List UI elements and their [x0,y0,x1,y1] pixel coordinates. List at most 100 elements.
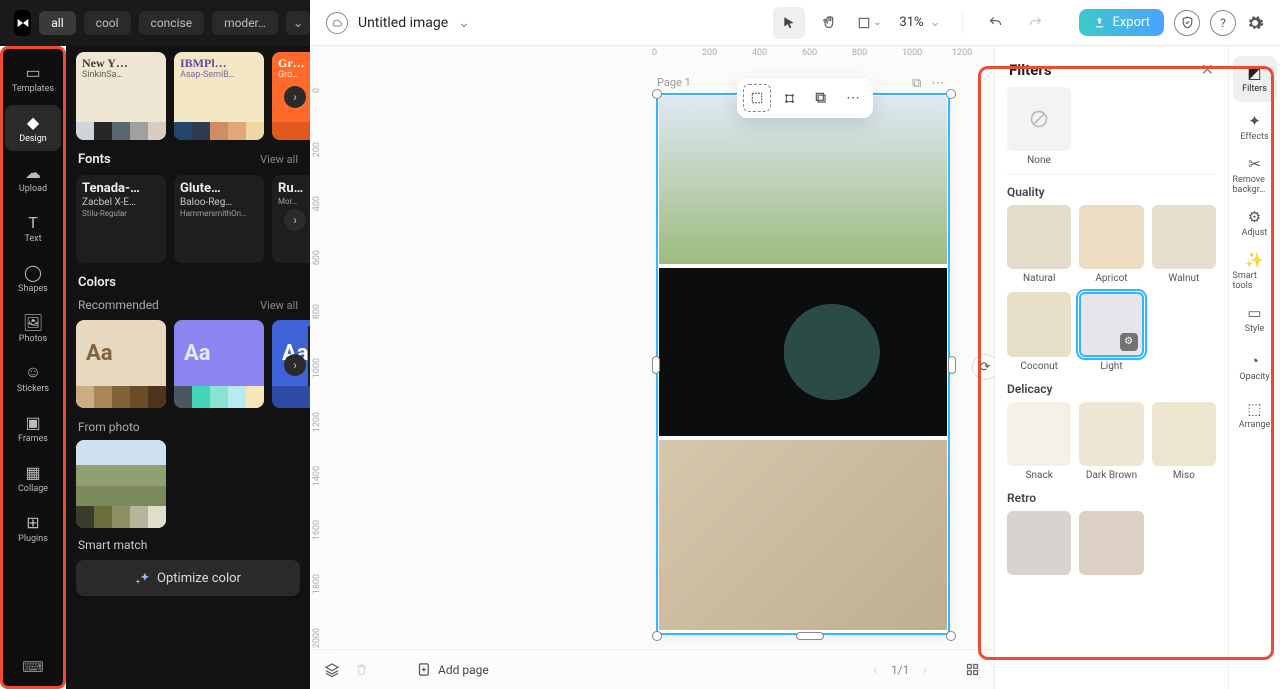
filters-panel: Filters ✕ None QualityNaturalApricotWaln… [994,46,1228,689]
export-button[interactable]: Export [1079,9,1164,36]
regenerate-icon[interactable]: ⟳ [972,354,994,380]
rr-arrange[interactable]: ⬚Arrange [1233,392,1277,438]
shield-icon[interactable] [1174,10,1200,36]
help-icon[interactable]: ? [1210,10,1236,36]
element-toolbar: ⋯ [737,78,873,118]
page-more-icon[interactable]: ⋯ [931,76,944,91]
handle-mr[interactable] [948,356,956,374]
handle-tl[interactable] [652,89,662,99]
rr-effects[interactable]: ✦Effects [1233,104,1277,150]
color-card[interactable]: Aa [76,320,166,408]
handle-tr[interactable] [946,89,956,99]
handle-bl[interactable] [652,631,662,641]
rail-photos[interactable]: 🖼Photos [5,305,61,351]
app-logo[interactable] [14,10,31,36]
next-icon[interactable]: › [284,86,306,108]
chip-cool[interactable]: cool [84,11,131,35]
chip-modern[interactable]: moder… [212,11,278,35]
page-number: 1/1 [891,663,909,677]
doc-title[interactable]: Untitled image [358,15,448,31]
font-card[interactable]: Glute…Baloo-Reg…HammersmithOn… [174,175,264,263]
filter-item[interactable]: ⚙Light [1079,292,1143,371]
adjust-icon[interactable]: ⚙ [1120,333,1138,351]
brand-card[interactable]: New Y…SinkinSa… [76,52,166,140]
filter-item[interactable] [1007,511,1071,579]
filter-item[interactable]: Coconut [1007,292,1071,371]
filter-item[interactable]: Dark Brown [1079,402,1143,481]
filters-body[interactable]: None QualityNaturalApricotWalnutCoconut⚙… [995,87,1228,689]
sidepanel: New Y…SinkinSa…IBMPl…Asap-SemiB…Gr…Gro…›… [66,46,310,689]
font-card[interactable]: Tenada-…Zacbel X-E…Stilu-Regular [76,175,166,263]
more-icon[interactable]: ⋯ [839,84,867,112]
chip-all[interactable]: all [39,11,75,35]
colors-viewall[interactable]: View all [260,299,298,312]
rail-shapes[interactable]: ◯Shapes [5,255,61,301]
rr-opacity[interactable]: ◔Opacity [1233,344,1277,390]
rail-stickers[interactable]: ☺Stickers [5,355,61,401]
rr-filters[interactable]: ◩Filters [1233,56,1277,102]
select-tool[interactable] [773,7,805,39]
rail-text[interactable]: TText [5,205,61,251]
zoom-control[interactable]: 31%⌄ [893,15,946,30]
handle-br[interactable] [946,631,956,641]
rail-upload[interactable]: ☁Upload [5,155,61,201]
filter-item[interactable]: Apricot [1079,205,1143,284]
rail-collage[interactable]: ▦Collage [5,455,61,501]
filter-item[interactable]: Miso [1152,402,1216,481]
rr-style[interactable]: ▭Style [1233,296,1277,342]
copy-icon[interactable] [807,84,835,112]
filter-none[interactable]: None [1007,87,1071,166]
next-icon[interactable]: › [284,354,306,376]
chip-concise[interactable]: concise [139,11,205,35]
handle-ml[interactable] [652,356,660,374]
rail-keyboard-icon[interactable]: ⌨ [22,658,44,676]
delete-icon[interactable] [354,662,369,677]
title-chevron-icon[interactable]: ⌄ [458,15,470,31]
filter-item[interactable]: Snack [1007,402,1071,481]
sidepanel-scroll[interactable]: New Y…SinkinSa…IBMPl…Asap-SemiB…Gr…Gro…›… [66,46,310,689]
selection-outline [656,93,950,635]
fromphoto-card[interactable] [76,440,166,528]
filter-grid [1007,511,1216,579]
fromphoto-row [76,440,300,528]
chips-row: all cool concise moder… ⌄ [39,11,310,35]
brand-cards-row: New Y…SinkinSa…IBMPl…Asap-SemiB…Gr…Gro…› [76,52,300,140]
rail-design[interactable]: ◆Design [5,105,61,151]
chip-more[interactable]: ⌄ [286,11,310,35]
duplicate-page-icon[interactable]: ⧉ [912,76,921,91]
rail-templates[interactable]: ▭Templates [5,55,61,101]
color-card[interactable]: Aa [174,320,264,408]
rr-adjust[interactable]: ⚙Adjust [1233,200,1277,246]
brand-card[interactable]: IBMPl…Asap-SemiB… [174,52,264,140]
rail-plugins[interactable]: ⊞Plugins [5,505,61,551]
next-page-icon[interactable]: › [923,663,927,677]
next-icon[interactable]: › [284,209,306,231]
crop-icon[interactable] [743,84,771,112]
canvas-inner[interactable]: Page 1 ⧉ ⋯ ⟳ [332,64,994,649]
filter-item[interactable]: Natural [1007,205,1071,284]
grid-view-icon[interactable] [965,662,980,677]
left-rail: ▭Templates ◆Design ☁Upload TText ◯Shapes… [0,46,66,689]
handle-mb[interactable] [796,632,824,640]
add-page-button[interactable]: Add page [417,662,489,677]
redo-button[interactable] [1019,7,1051,39]
close-icon[interactable]: ✕ [1201,60,1214,79]
filter-item[interactable] [1079,511,1143,579]
rail-frames[interactable]: ▣Frames [5,405,61,451]
filter-grid: NaturalApricotWalnut Coconut⚙Light [1007,205,1216,372]
crop-tool[interactable]: ⌄ [853,7,885,39]
fonts-viewall[interactable]: View all [260,153,298,166]
rr-smart[interactable]: ✨Smart tools [1233,248,1277,294]
fromphoto-header: From photo [76,408,300,440]
optimize-color-button[interactable]: Optimize color [76,560,300,596]
undo-button[interactable] [979,7,1011,39]
right-rail: ◩Filters ✦Effects ✂Remove backgr… ⚙Adjus… [1228,46,1280,689]
filter-item[interactable]: Walnut [1152,205,1216,284]
cloud-icon[interactable] [326,12,348,34]
ai-tools-icon[interactable] [775,84,803,112]
prev-page-icon[interactable]: ‹ [873,663,877,677]
hand-tool[interactable] [813,7,845,39]
recommended-header: Recommended View all [76,298,300,320]
rr-removebg[interactable]: ✂Remove backgr… [1233,152,1277,198]
settings-icon[interactable] [1246,14,1264,32]
